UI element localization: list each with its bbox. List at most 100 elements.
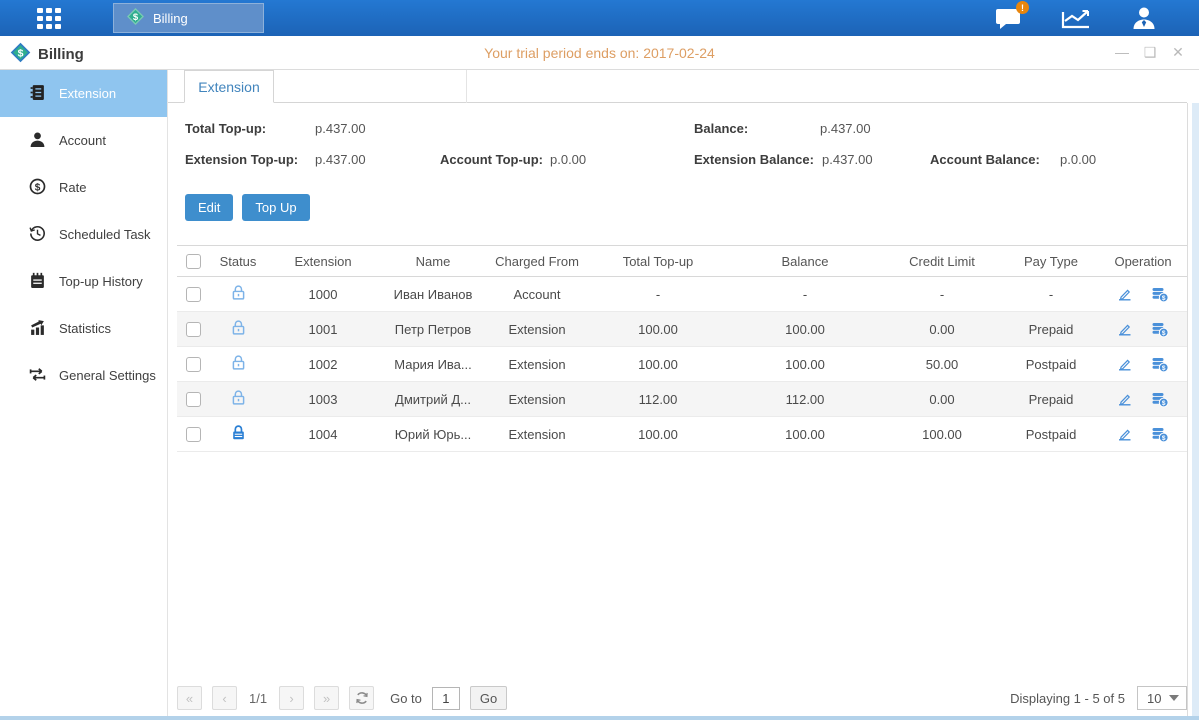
svg-text:$: $: [133, 12, 139, 23]
total-topup-label: Total Top-up:: [185, 121, 266, 136]
lock-closed-icon[interactable]: [230, 424, 247, 441]
edit-button[interactable]: Edit: [185, 194, 233, 221]
prev-page-button[interactable]: ‹: [212, 686, 237, 710]
top-up-button[interactable]: Top Up: [242, 194, 309, 221]
first-page-button[interactable]: «: [177, 686, 202, 710]
scrollbar-track[interactable]: [1192, 103, 1199, 716]
goto-page-input[interactable]: [432, 687, 460, 710]
column-charged-from: Charged From: [487, 254, 587, 269]
lock-open-icon[interactable]: [230, 319, 247, 336]
column-credit-limit: Credit Limit: [881, 254, 1003, 269]
row-checkbox[interactable]: [186, 427, 201, 442]
column-pay-type: Pay Type: [1003, 254, 1099, 269]
main-content: Extension Total Top-up: p.437.00 Balance…: [168, 70, 1199, 716]
select-all-checkbox[interactable]: [186, 254, 201, 269]
sidebar-item-general-settings[interactable]: General Settings: [0, 352, 167, 399]
table-row: 1001 Петр Петров Extension 100.00 100.00…: [177, 312, 1187, 347]
taskbar-tab-billing[interactable]: $ Billing: [113, 3, 264, 33]
last-page-button[interactable]: »: [314, 686, 339, 710]
close-icon[interactable]: ✕: [1169, 43, 1187, 61]
lock-open-icon[interactable]: [230, 389, 247, 406]
row-checkbox[interactable]: [186, 357, 201, 372]
window-titlebar: $ Billing Your trial period ends on: 201…: [0, 36, 1199, 70]
table-row: 1000 Иван Иванов Account - - - -: [177, 277, 1187, 312]
sidebar-item-label: Account: [59, 133, 106, 148]
column-balance: Balance: [729, 254, 881, 269]
app-grid-icon[interactable]: [37, 8, 67, 29]
column-name: Name: [379, 254, 487, 269]
extension-topup-label: Extension Top-up:: [185, 152, 298, 167]
account-topup-label: Account Top-up:: [440, 152, 543, 167]
sidebar-item-rate[interactable]: $ Rate: [0, 164, 167, 211]
clock-history-icon: [29, 225, 46, 245]
next-page-button[interactable]: ›: [279, 686, 304, 710]
svg-text:$: $: [1162, 364, 1166, 371]
column-operation: Operation: [1099, 254, 1187, 269]
edit-pencil-icon[interactable]: [1117, 356, 1133, 372]
lock-open-icon[interactable]: [230, 354, 247, 371]
edit-pencil-icon[interactable]: [1117, 426, 1133, 442]
taskbar-tab-label: Billing: [153, 11, 188, 26]
page-size-value: 10: [1147, 691, 1161, 706]
edit-pencil-icon[interactable]: [1117, 286, 1133, 302]
billing-diamond-icon: $: [126, 7, 145, 29]
displaying-range-text: Displaying 1 - 5 of 5: [1010, 691, 1125, 706]
svg-text:$: $: [1162, 329, 1166, 336]
sidebar-item-label: Extension: [59, 86, 116, 101]
table-row: 1003 Дмитрий Д... Extension 112.00 112.0…: [177, 382, 1187, 417]
statistics-chart-icon[interactable]: [1061, 5, 1091, 31]
row-checkbox[interactable]: [186, 287, 201, 302]
extension-balance-label: Extension Balance:: [694, 152, 814, 167]
tab-extension[interactable]: Extension: [184, 70, 274, 103]
row-checkbox[interactable]: [186, 322, 201, 337]
total-topup-value: p.437.00: [315, 121, 366, 136]
account-balance-label: Account Balance:: [930, 152, 1040, 167]
window-bottom-edge: [0, 716, 1199, 720]
top-up-coins-icon[interactable]: $: [1151, 426, 1169, 443]
sidebar-item-statistics[interactable]: Statistics: [0, 305, 167, 352]
svg-text:$: $: [35, 182, 41, 193]
notepad-icon: [29, 272, 46, 292]
sidebar: Extension Account $ Rate Scheduled T: [0, 70, 168, 716]
column-extension: Extension: [267, 254, 379, 269]
content-right-border: [1187, 103, 1188, 716]
chevron-down-icon: [1169, 695, 1179, 701]
page-indicator: 1/1: [247, 691, 269, 706]
sidebar-item-account[interactable]: Account: [0, 117, 167, 164]
account-topup-value: p.0.00: [550, 152, 586, 167]
lock-open-icon[interactable]: [230, 284, 247, 301]
edit-pencil-icon[interactable]: [1117, 321, 1133, 337]
minimize-icon[interactable]: —: [1113, 43, 1131, 61]
top-up-coins-icon[interactable]: $: [1151, 321, 1169, 338]
balance-value: p.437.00: [820, 121, 871, 136]
user-account-icon[interactable]: [1129, 5, 1159, 31]
table-row: 1004 Юрий Юрь... Extension 100.00 100.00…: [177, 417, 1187, 452]
sidebar-item-label: General Settings: [59, 368, 156, 383]
dollar-circle-icon: $: [29, 178, 46, 198]
page-size-select[interactable]: 10: [1137, 686, 1187, 710]
maximize-icon[interactable]: ❑: [1141, 43, 1159, 61]
sidebar-item-label: Top-up History: [59, 274, 143, 289]
sidebar-item-topup-history[interactable]: Top-up History: [0, 258, 167, 305]
extension-book-icon: [29, 84, 46, 104]
extension-table: Status Extension Name Charged From Total…: [177, 245, 1187, 452]
messages-icon[interactable]: !: [993, 5, 1023, 31]
sidebar-item-label: Rate: [59, 180, 86, 195]
refresh-button[interactable]: [349, 686, 374, 710]
tab-bar: Extension: [168, 70, 1187, 103]
pagination-bar: « ‹ 1/1 › » Go to Go Displaying 1 - 5 of…: [177, 685, 1187, 711]
edit-pencil-icon[interactable]: [1117, 391, 1133, 407]
tab-divider: [466, 70, 467, 103]
row-checkbox[interactable]: [186, 392, 201, 407]
sidebar-item-scheduled-task[interactable]: Scheduled Task: [0, 211, 167, 258]
column-total-topup: Total Top-up: [587, 254, 729, 269]
person-icon: [29, 131, 46, 151]
go-button[interactable]: Go: [470, 686, 507, 710]
top-up-coins-icon[interactable]: $: [1151, 391, 1169, 408]
top-up-coins-icon[interactable]: $: [1151, 356, 1169, 373]
table-header: Status Extension Name Charged From Total…: [177, 245, 1187, 277]
sidebar-item-extension[interactable]: Extension: [0, 70, 167, 117]
sidebar-item-label: Scheduled Task: [59, 227, 151, 242]
balance-label: Balance:: [694, 121, 748, 136]
top-up-coins-icon[interactable]: $: [1151, 286, 1169, 303]
